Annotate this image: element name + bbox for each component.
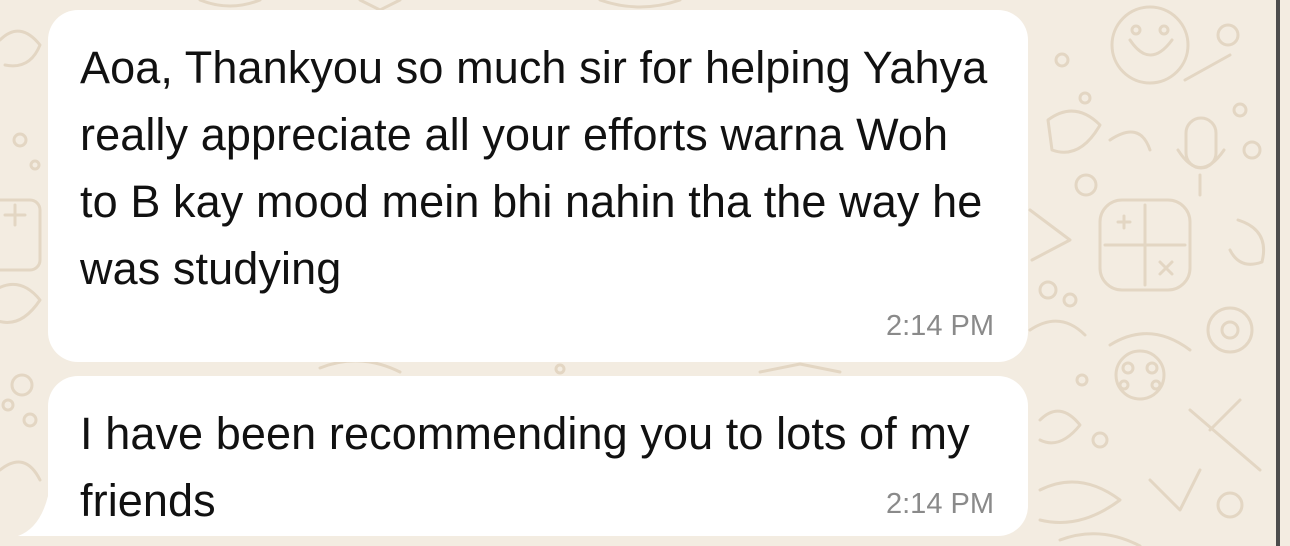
message-timestamp: 2:14 PM [886, 488, 994, 520]
message-text: Aoa, Thankyou so much sir for helping Ya… [80, 42, 988, 294]
message-bubble[interactable]: Aoa, Thankyou so much sir for helping Ya… [48, 10, 1028, 362]
message-text: I have been recommending you to lots of … [80, 408, 970, 526]
scrollbar[interactable] [1276, 0, 1280, 546]
chat-thread[interactable]: Aoa, Thankyou so much sir for helping Ya… [0, 0, 1290, 546]
message-timestamp: 2:14 PM [886, 310, 994, 342]
message-bubble[interactable]: I have been recommending you to lots of … [48, 376, 1028, 536]
